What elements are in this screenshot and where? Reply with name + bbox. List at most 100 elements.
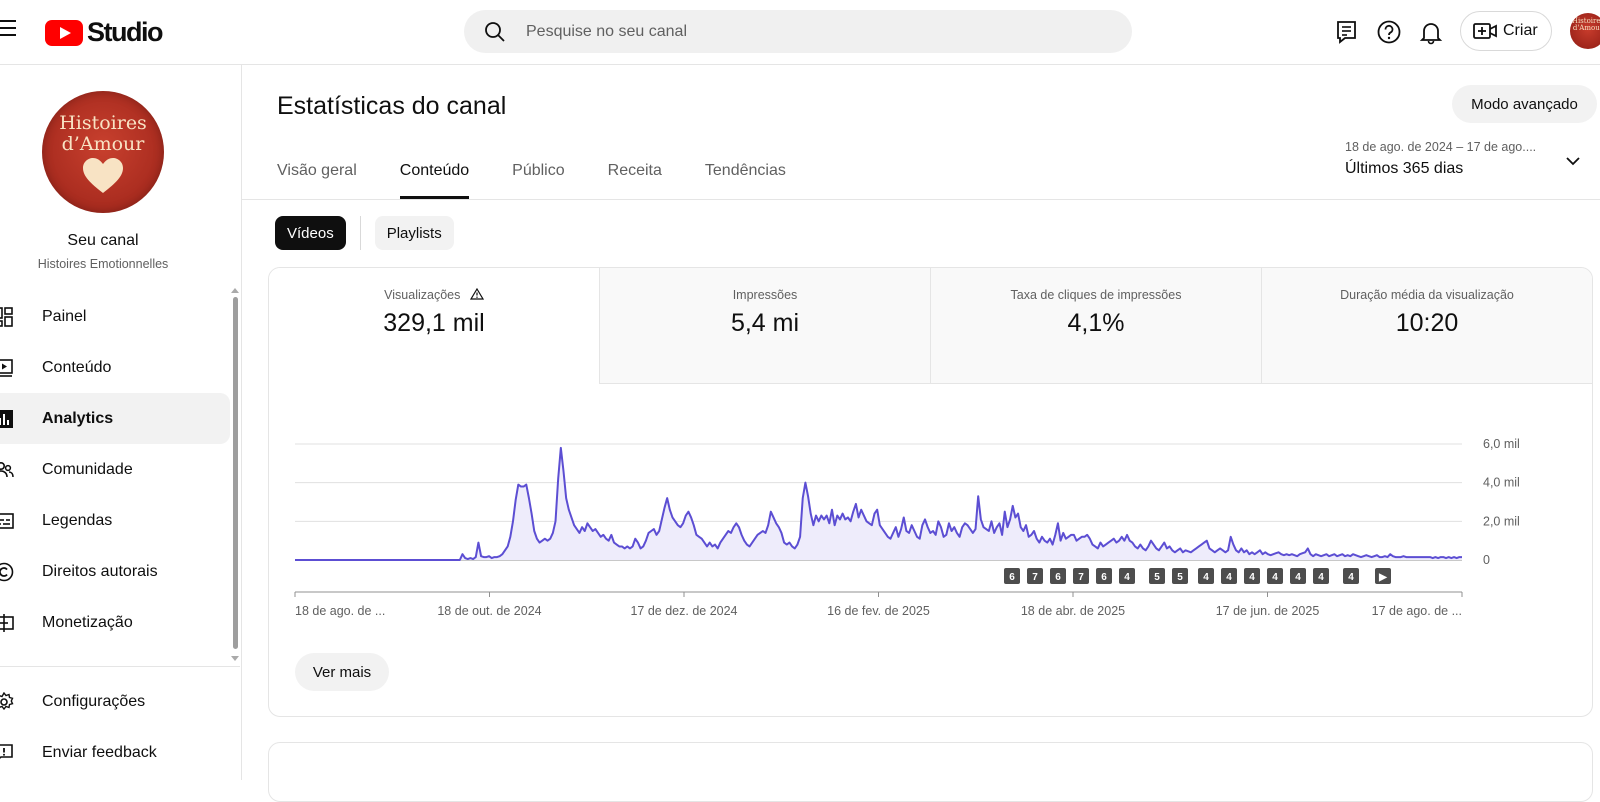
video-publish-count: 4 xyxy=(1249,572,1255,583)
tab-content[interactable]: Conteúdo xyxy=(399,157,470,199)
tab-trends[interactable]: Tendências xyxy=(705,157,786,199)
video-publish-count: 5 xyxy=(1154,572,1160,583)
metric-title: Duração média da visualização xyxy=(1340,288,1514,302)
see-more-button[interactable]: Ver mais xyxy=(295,653,389,691)
copyright-icon xyxy=(0,562,14,582)
sidebar-item-label: Conteúdo xyxy=(42,358,112,376)
logo-text: Studio xyxy=(87,17,163,47)
video-publish-count: 4 xyxy=(1295,572,1301,583)
views-line-chart[interactable]: 6,0 mil 4,0 mil 2,0 mil 0 6 7 6 7 6 4 5 5 4 4 4 4 4 4 4 ▶ 18… xyxy=(269,384,1593,644)
heart-icon xyxy=(83,158,123,193)
metric-value: 5,4 mi xyxy=(730,309,800,337)
metric-avg-view-duration[interactable]: Duração média da visualização 10:20 xyxy=(1261,268,1592,384)
video-publish-count: 4 xyxy=(1203,572,1209,583)
menu-icon[interactable] xyxy=(0,20,16,38)
create-button[interactable]: Criar xyxy=(1460,11,1552,51)
video-publish-count: 4 xyxy=(1348,572,1354,583)
subtitles-icon xyxy=(0,513,14,529)
video-publish-count: 4 xyxy=(1124,572,1130,583)
sidebar-item-community[interactable]: Comunidade xyxy=(0,444,230,495)
tab-audience[interactable]: Público xyxy=(512,157,564,199)
sidebar-item-monetization[interactable]: Monetização xyxy=(0,597,230,648)
channel-name: Histoires Emotionnelles xyxy=(37,257,169,271)
series-area xyxy=(295,447,1462,560)
sidebar-item-label: Analytics xyxy=(42,409,114,427)
sidebar-item-subtitles[interactable]: Legendas xyxy=(0,495,230,546)
youtube-logo-icon xyxy=(45,19,83,46)
x-tick-label: 18 de ago. de ... xyxy=(295,604,385,618)
sidebar: Histoires d’Amour Seu canal Histoires Emo… xyxy=(0,65,242,780)
sidebar-item-analytics[interactable]: Analytics xyxy=(0,393,230,444)
metric-title: Visualizações xyxy=(269,287,599,302)
feedback-icon xyxy=(0,744,13,759)
y-tick-label: 6,0 mil xyxy=(1483,437,1520,451)
sidebar-nav: Painel Conteúdo Analytics Comunidade Leg… xyxy=(0,291,230,648)
account-avatar[interactable]: Histoiresd'Amour xyxy=(1570,13,1600,49)
sidebar-item-label: Comunidade xyxy=(42,460,133,478)
sidebar-scrollbar[interactable] xyxy=(233,297,238,649)
community-icon xyxy=(0,462,14,478)
video-publish-count: ▶ xyxy=(1378,572,1388,583)
video-publish-count: 6 xyxy=(1055,572,1061,583)
metric-title: Taxa de cliques de impressões xyxy=(1010,288,1182,302)
scroll-down-arrow[interactable] xyxy=(231,656,239,661)
sidebar-item-label: Monetização xyxy=(42,613,133,631)
help-icon[interactable] xyxy=(1376,19,1402,45)
sidebar-item-copyright[interactable]: Direitos autorais xyxy=(0,546,230,597)
chip-playlists[interactable]: Playlists xyxy=(374,216,454,250)
sidebar-item-label: Configurações xyxy=(42,692,146,710)
notifications-bell-icon[interactable] xyxy=(1418,19,1444,45)
x-tick-label: 17 de dez. de 2024 xyxy=(630,604,737,618)
scroll-up-arrow[interactable] xyxy=(231,288,239,293)
x-tick-label: 16 de fev. de 2025 xyxy=(827,604,930,618)
content-icon xyxy=(0,359,13,377)
tab-bar: Visão geral Conteúdo Público Receita Ten… xyxy=(277,157,829,199)
chip-videos[interactable]: Vídeos xyxy=(275,216,346,250)
channel-avatar[interactable]: Histoires d’Amour xyxy=(42,91,164,213)
date-range-label: Últimos 365 dias xyxy=(1345,160,1464,177)
monetization-icon xyxy=(0,614,14,632)
video-publish-count: 6 xyxy=(1009,572,1015,583)
tabs-divider xyxy=(242,199,1600,200)
sidebar-item-settings[interactable]: Configurações xyxy=(0,676,230,727)
dashboard-icon xyxy=(0,307,13,327)
y-tick-label: 2,0 mil xyxy=(1483,514,1520,528)
advanced-mode-button[interactable]: Modo avançado xyxy=(1452,85,1597,123)
tab-overview[interactable]: Visão geral xyxy=(277,157,357,199)
create-video-icon xyxy=(1473,23,1497,39)
sidebar-item-dashboard[interactable]: Painel xyxy=(0,291,230,342)
content-type-chips: Vídeos Playlists xyxy=(275,216,454,250)
metric-impressions[interactable]: Impressões 5,4 mi xyxy=(599,268,930,384)
y-tick-label: 0 xyxy=(1483,553,1490,567)
video-publish-count: 4 xyxy=(1318,572,1324,583)
search-input[interactable] xyxy=(526,10,1106,53)
sidebar-item-label: Enviar feedback xyxy=(42,743,157,761)
sidebar-item-content[interactable]: Conteúdo xyxy=(0,342,230,393)
top-bar: Studio Criar Histoiresd'Amour xyxy=(0,0,1600,65)
warning-icon xyxy=(469,287,484,300)
video-publish-count: 5 xyxy=(1177,572,1183,583)
video-publish-count: 7 xyxy=(1078,572,1084,583)
date-range-picker[interactable]: 18 de ago. de 2024 – 17 de ago.... Últim… xyxy=(1345,140,1580,178)
chip-separator xyxy=(359,216,361,250)
sidebar-item-feedback[interactable]: Enviar feedback xyxy=(0,727,230,778)
search-bar[interactable] xyxy=(464,10,1132,53)
video-publish-count: 6 xyxy=(1101,572,1107,583)
metric-views[interactable]: Visualizações 329,1 mil xyxy=(269,268,599,384)
metric-value: 329,1 mil xyxy=(383,309,485,337)
sidebar-item-label: Legendas xyxy=(42,511,113,529)
comments-icon[interactable] xyxy=(1334,19,1360,45)
tab-revenue[interactable]: Receita xyxy=(608,157,662,199)
next-card xyxy=(268,742,1593,802)
channel-avatar-logo-text: Histoires d’Amour xyxy=(59,112,147,155)
x-tick-label: 18 de abr. de 2025 xyxy=(1021,604,1125,618)
studio-logo[interactable]: Studio xyxy=(45,17,163,48)
metric-ctr[interactable]: Taxa de cliques de impressões 4,1% xyxy=(930,268,1261,384)
metric-value: 4,1% xyxy=(1067,309,1125,337)
metrics-card: Visualizações 329,1 mil Impressões 5,4 m… xyxy=(268,267,1593,717)
main-content: Estatísticas do canal Modo avançado Visã… xyxy=(242,65,1600,802)
avatar-logo-text: Histoiresd'Amour xyxy=(1571,17,1600,32)
page-title: Estatísticas do canal xyxy=(277,92,507,120)
chevron-down-icon xyxy=(1566,157,1580,166)
search-icon xyxy=(485,22,505,42)
